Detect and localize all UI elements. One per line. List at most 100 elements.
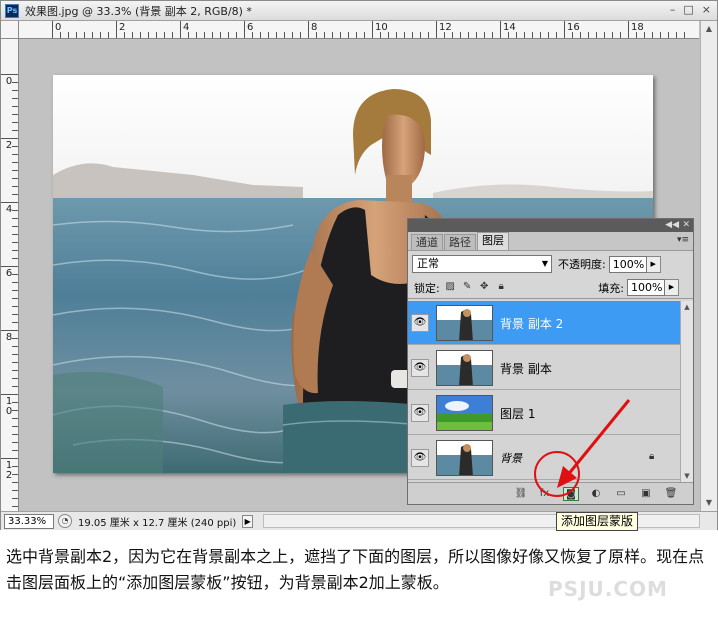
close-panel-icon[interactable]: ✕ [682,219,690,232]
lock-transparency-icon[interactable]: ▨ [444,281,457,294]
layer-list-scrollbar[interactable]: ▲ ▼ [680,301,693,482]
adjustment-icon[interactable]: ◐ [588,487,604,501]
title-bar[interactable]: Ps 效果图.jpg @ 33.3% (背景 副本 2, RGB/8) * – … [1,1,717,21]
fill-slider-arrow-icon[interactable]: ▶ [665,279,679,296]
ruler-tick [444,32,445,38]
ruler-tick [12,322,18,323]
tab-paths[interactable]: 路径 [444,234,476,250]
add-mask-button[interactable]: ◙ [563,486,579,501]
scroll-down-icon[interactable]: ▼ [682,472,692,480]
ruler-tick [12,106,18,107]
blend-mode-select[interactable]: 正常 ▼ [412,255,552,273]
blend-row: 正常 ▼ 不透明度: 100% ▶ [408,251,693,277]
ruler-tick [1,138,18,139]
ruler-tick [12,114,18,115]
ruler-tick [12,178,18,179]
ruler-tick [148,32,149,38]
zoom-field[interactable]: 33.33% [4,513,54,529]
ruler-tick [276,32,277,38]
ruler-tick [476,32,477,38]
fx-icon[interactable]: fx. [538,487,554,501]
ruler-label: 1 2 [5,460,13,481]
eye-icon[interactable]: 👁︎ [411,359,429,377]
ruler-tick [220,32,221,38]
lock-position-icon[interactable]: ✥ [478,281,491,294]
ruler-corner[interactable] [1,21,19,39]
ruler-tick [12,466,18,467]
ruler-tick [404,32,405,38]
status-options-icon[interactable]: ◔ [58,514,72,528]
ruler-tick [12,290,18,291]
ruler-label: 14 [503,22,516,33]
ruler-tick [428,32,429,38]
ruler-tick [588,32,589,38]
maximize-button[interactable]: □ [683,4,693,16]
ruler-tick [12,154,18,155]
layer-row[interactable]: 👁︎ 图层 1 [408,391,680,435]
tab-channels[interactable]: 通道 [411,234,443,250]
opacity-input[interactable]: 100% [608,255,647,273]
layer-row[interactable]: 👁︎ 背景 副本 2 [408,301,680,345]
ruler-tick [212,32,213,38]
eye-icon[interactable]: 👁︎ [411,404,429,422]
blend-mode-value: 正常 [417,257,439,270]
tab-layers[interactable]: 图层 [477,232,509,250]
ruler-tick [12,98,18,99]
fill-label: 填充: [598,281,624,295]
ruler-tick [12,386,18,387]
new-layer-icon[interactable]: ▣ [638,487,654,501]
ruler-tick [52,21,53,38]
scroll-down-icon[interactable]: ▼ [703,497,715,509]
minimize-button[interactable]: – [670,4,676,16]
lock-all-icon[interactable]: 🔒︎ [495,281,508,294]
lock-paint-icon[interactable]: ✎ [461,281,474,294]
collapse-panel-icon[interactable]: ◀◀ [665,219,679,232]
fill-input[interactable]: 100% [627,279,665,296]
photoshop-logo-icon: Ps [5,3,19,18]
layer-row[interactable]: 👁︎ 背景 副本 [408,346,680,390]
ruler-tick [292,32,293,38]
link-icon[interactable]: ⛓ [513,487,529,501]
ruler-tick [308,21,309,38]
panel-header-bar[interactable]: ◀◀ ✕ [408,219,693,232]
scroll-up-icon[interactable]: ▲ [703,23,715,35]
ruler-tick [12,122,18,123]
ruler-tick [460,32,461,38]
ruler-tick [84,32,85,38]
ruler-tick [12,506,18,507]
horizontal-ruler[interactable]: 0 2 4 6 8 10 12 14 16 18 [19,21,699,39]
ruler-tick [260,32,261,38]
vertical-scrollbar[interactable]: ▲ ▼ [700,21,717,511]
panel-menu-icon[interactable]: ▾≡ [677,235,689,245]
ruler-tick [644,32,645,38]
ruler-tick [12,434,18,435]
ruler-tick [660,32,661,38]
eye-icon[interactable]: 👁︎ [411,314,429,332]
ruler-tick [12,210,18,211]
ruler-tick [12,298,18,299]
ruler-tick [116,21,117,38]
ruler-tick [372,21,373,38]
scroll-up-icon[interactable]: ▲ [682,303,692,311]
layer-thumbnail [436,350,493,386]
group-icon[interactable]: ▭ [613,487,629,501]
ruler-tick [684,32,685,38]
chevron-down-icon: ▼ [541,259,548,268]
opacity-slider-arrow-icon[interactable]: ▶ [646,255,661,273]
window-controls: – □ × [670,4,711,16]
ruler-label: 16 [567,22,580,33]
ruler-tick [124,32,125,38]
ruler-tick [12,490,18,491]
ruler-tick [324,32,325,38]
ruler-tick [12,194,18,195]
ruler-tick [12,186,18,187]
status-menu-arrow-icon[interactable]: ▶ [242,514,254,528]
ruler-tick [12,402,18,403]
ruler-tick [596,32,597,38]
ruler-tick [492,32,493,38]
trash-icon[interactable]: 🗑︎ [663,487,679,501]
close-button[interactable]: × [702,4,711,16]
eye-icon[interactable]: 👁︎ [411,449,429,467]
vertical-ruler[interactable]: 024681 01 2 [1,39,19,511]
layer-row[interactable]: 👁︎ 背景 🔒︎ [408,436,680,480]
